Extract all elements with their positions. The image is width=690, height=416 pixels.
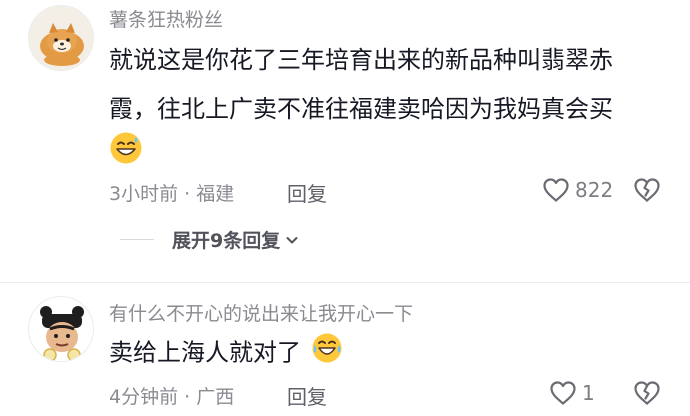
comment-text-line1: 就说这是你花了三年培育出来的新品种叫翡翠赤 — [109, 46, 613, 74]
dislike-button[interactable] — [633, 177, 661, 207]
chevron-down-icon — [286, 236, 298, 243]
comment-item: 薯条狂热粉丝 就说这是你花了三年培育出来的新品种叫翡翠赤 霞，往北上广卖不准往福… — [0, 0, 690, 282]
expand-divider-line — [120, 239, 154, 240]
shiba-dog-avatar-icon — [29, 6, 93, 70]
comment-text-content: 卖给上海人就对了 — [109, 338, 301, 367]
broken-heart-icon — [634, 178, 660, 202]
expand-replies-button[interactable]: 展开9条回复 — [120, 226, 300, 253]
like-count: 822 — [575, 178, 614, 202]
comment-meta: 3小时前 · 福建 — [109, 183, 235, 205]
comment-text: 卖给上海人就对了 — [109, 332, 343, 375]
expand-replies-label: 展开9条回复 — [172, 230, 281, 252]
reply-button[interactable]: 回复 — [287, 178, 327, 207]
heart-outline-icon — [550, 381, 576, 405]
cartoon-character-avatar-icon — [29, 297, 93, 361]
avatar[interactable] — [28, 296, 94, 362]
comment-text-line2: 霞，往北上广卖不准往福建卖哈因为我妈真会买 — [109, 95, 613, 123]
dislike-button[interactable] — [633, 380, 661, 410]
grinning-sweat-emoji — [109, 131, 143, 165]
broken-heart-icon — [634, 381, 660, 405]
comment-item: 有什么不开心的说出来让我开心一下 卖给上海人就对了 4分钟前 · 广西 回复 1 — [0, 282, 690, 416]
comment-meta: 4分钟前 · 广西 — [109, 386, 235, 408]
laughing-tears-emoji — [311, 332, 343, 375]
like-button[interactable]: 822 — [542, 177, 613, 203]
reply-button[interactable]: 回复 — [287, 381, 327, 410]
heart-outline-icon — [543, 178, 569, 202]
username[interactable]: 有什么不开心的说出来让我开心一下 — [109, 299, 413, 326]
like-button[interactable]: 1 — [549, 380, 595, 406]
username[interactable]: 薯条狂热粉丝 — [109, 5, 223, 32]
like-count: 1 — [582, 381, 595, 405]
avatar[interactable] — [28, 5, 94, 71]
